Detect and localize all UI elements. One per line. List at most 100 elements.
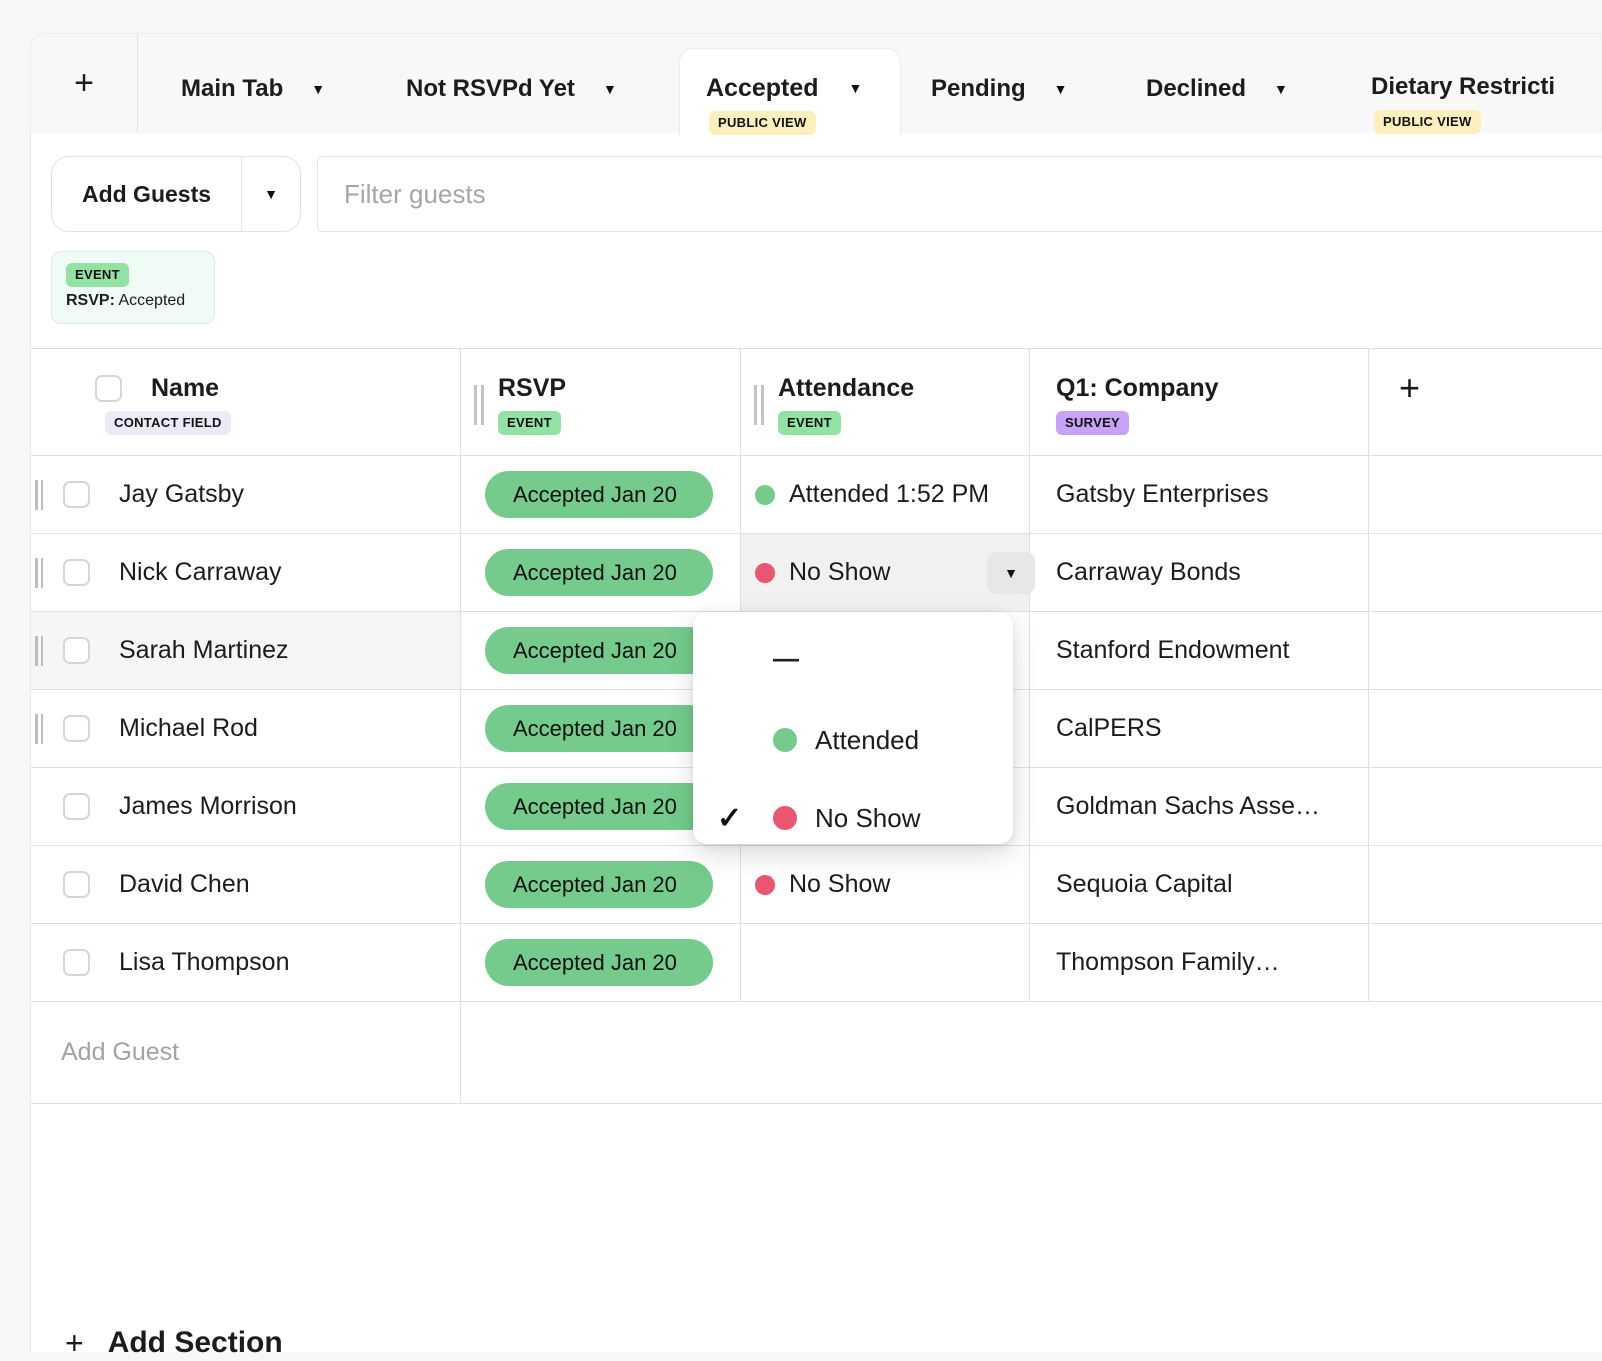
tab-label: Accepted bbox=[706, 73, 819, 103]
attendance-dropdown-button[interactable]: ▼ bbox=[987, 552, 1035, 594]
row-drag-handle-icon[interactable] bbox=[35, 558, 43, 588]
add-section-button[interactable]: + Add Section bbox=[31, 1325, 283, 1361]
public-view-badge: PUBLIC VIEW bbox=[1374, 110, 1481, 134]
chevron-down-icon[interactable]: ▼ bbox=[1274, 82, 1288, 96]
row-checkbox[interactable] bbox=[63, 949, 90, 976]
company-cell[interactable]: Gatsby Enterprises bbox=[1030, 456, 1369, 533]
name-cell[interactable]: David Chen bbox=[31, 846, 461, 923]
guest-name[interactable]: Jay Gatsby bbox=[119, 480, 244, 509]
guest-name[interactable]: James Morrison bbox=[119, 792, 297, 821]
rsvp-cell[interactable]: Accepted Jan 20 bbox=[461, 924, 741, 1001]
column-title: RSVP bbox=[498, 373, 566, 403]
row-checkbox[interactable] bbox=[63, 715, 90, 742]
add-guests-button[interactable]: Add Guests ▼ bbox=[51, 156, 301, 232]
tab-label: Not RSVPd Yet bbox=[406, 75, 575, 103]
menu-item-clear[interactable]: — bbox=[693, 625, 1013, 691]
attendance-cell[interactable]: No Show bbox=[741, 846, 1030, 923]
no-show-dot-icon bbox=[755, 563, 775, 583]
tab-accepted-active[interactable]: Accepted ▼ PUBLIC VIEW bbox=[679, 48, 901, 136]
column-drag-handle-icon[interactable] bbox=[754, 385, 764, 425]
column-title: Name bbox=[151, 373, 219, 403]
column-header-q1-company[interactable]: Q1: Company SURVEY bbox=[1030, 349, 1369, 455]
row-drag-handle-icon[interactable] bbox=[35, 636, 43, 666]
row-checkbox[interactable] bbox=[63, 637, 90, 664]
chevron-down-icon[interactable]: ▼ bbox=[1054, 82, 1068, 96]
row-checkbox[interactable] bbox=[63, 793, 90, 820]
company-cell[interactable]: Thompson Family… bbox=[1030, 924, 1369, 1001]
chevron-down-icon[interactable]: ▼ bbox=[311, 82, 325, 96]
company-cell[interactable]: Goldman Sachs Asse… bbox=[1030, 768, 1369, 845]
filter-chip-label: RSVP: Accepted bbox=[66, 292, 214, 310]
row-checkbox[interactable] bbox=[63, 559, 90, 586]
contact-field-badge: CONTACT FIELD bbox=[105, 411, 231, 435]
add-view-tab-button[interactable]: + bbox=[31, 34, 138, 133]
guest-name[interactable]: Lisa Thompson bbox=[119, 948, 289, 977]
name-cell[interactable]: Jay Gatsby bbox=[31, 456, 461, 533]
guest-name[interactable]: David Chen bbox=[119, 870, 250, 899]
rsvp-cell[interactable]: Accepted Jan 20 bbox=[461, 534, 741, 611]
add-guests-dropdown-toggle[interactable]: ▼ bbox=[242, 157, 300, 231]
name-cell[interactable]: James Morrison bbox=[31, 768, 461, 845]
menu-item-no-show[interactable]: ✓ No Show bbox=[693, 785, 1013, 851]
tab-not-rsvpd-yet[interactable]: Not RSVPd Yet ▼ bbox=[406, 34, 617, 133]
tab-label: Dietary Restricti bbox=[1371, 72, 1555, 102]
rsvp-status-pill[interactable]: Accepted Jan 20 bbox=[485, 783, 713, 830]
name-cell[interactable]: Nick Carraway bbox=[31, 534, 461, 611]
menu-item-attended[interactable]: Attended bbox=[693, 707, 1013, 773]
rsvp-status-pill[interactable]: Accepted Jan 20 bbox=[485, 939, 713, 986]
row-drag-handle-icon[interactable] bbox=[35, 714, 43, 744]
tab-dietary-restrictions[interactable]: Dietary Restricti PUBLIC VIEW bbox=[1371, 48, 1602, 136]
rsvp-cell[interactable]: Accepted Jan 20 bbox=[461, 846, 741, 923]
guest-name[interactable]: Michael Rod bbox=[119, 714, 258, 743]
rsvp-status-pill[interactable]: Accepted Jan 20 bbox=[485, 705, 713, 752]
attendance-cell-selected[interactable]: No Show ▼ bbox=[741, 534, 1030, 611]
chevron-down-icon[interactable]: ▼ bbox=[603, 82, 617, 96]
tab-pending[interactable]: Pending ▼ bbox=[931, 34, 1068, 133]
rsvp-status-pill[interactable]: Accepted Jan 20 bbox=[485, 471, 713, 518]
add-column-button[interactable]: + bbox=[1369, 349, 1602, 455]
company-cell[interactable]: Carraway Bonds bbox=[1030, 534, 1369, 611]
column-header-rsvp[interactable]: RSVP EVENT bbox=[461, 349, 741, 455]
add-guests-label[interactable]: Add Guests bbox=[52, 157, 242, 231]
menu-item-label: Attended bbox=[815, 725, 919, 756]
attendance-value: No Show bbox=[789, 558, 890, 587]
row-drag-handle-icon[interactable] bbox=[35, 480, 43, 510]
guest-name[interactable]: Nick Carraway bbox=[119, 558, 282, 587]
empty-cell bbox=[1369, 690, 1602, 767]
column-drag-handle-icon[interactable] bbox=[474, 385, 484, 425]
name-cell[interactable]: Lisa Thompson bbox=[31, 924, 461, 1001]
filter-guests-input[interactable] bbox=[317, 156, 1602, 232]
attendance-cell[interactable]: Attended 1:52 PM bbox=[741, 456, 1030, 533]
name-cell[interactable]: Michael Rod bbox=[31, 690, 461, 767]
chevron-down-icon: ▼ bbox=[1004, 566, 1018, 580]
rsvp-cell[interactable]: Accepted Jan 20 bbox=[461, 456, 741, 533]
row-checkbox[interactable] bbox=[63, 481, 90, 508]
rsvp-status-pill[interactable]: Accepted Jan 20 bbox=[485, 627, 713, 674]
plus-icon: + bbox=[1399, 367, 1420, 408]
table-row: David Chen Accepted Jan 20 No Show Sequo… bbox=[31, 846, 1602, 924]
chevron-down-icon: ▼ bbox=[264, 187, 278, 201]
add-section-label: Add Section bbox=[108, 1326, 283, 1360]
rsvp-status-pill[interactable]: Accepted Jan 20 bbox=[485, 861, 713, 908]
company-cell[interactable]: Stanford Endowment bbox=[1030, 612, 1369, 689]
column-header-attendance[interactable]: Attendance EVENT bbox=[741, 349, 1030, 455]
company-cell[interactable]: Sequoia Capital bbox=[1030, 846, 1369, 923]
add-guest-placeholder[interactable]: Add Guest bbox=[31, 1002, 460, 1103]
select-all-checkbox[interactable] bbox=[95, 375, 122, 402]
add-guest-row[interactable]: Add Guest bbox=[31, 1002, 1602, 1104]
company-cell[interactable]: CalPERS bbox=[1030, 690, 1369, 767]
empty-cell bbox=[1369, 456, 1602, 533]
column-header-name[interactable]: Name CONTACT FIELD bbox=[31, 349, 461, 455]
active-filter-chip[interactable]: EVENT RSVP: Accepted bbox=[51, 251, 215, 324]
row-checkbox[interactable] bbox=[63, 871, 90, 898]
tab-declined[interactable]: Declined ▼ bbox=[1146, 34, 1288, 133]
tab-label: Pending bbox=[931, 75, 1026, 103]
chevron-down-icon[interactable]: ▼ bbox=[849, 81, 863, 95]
tab-main-tab[interactable]: Main Tab ▼ bbox=[181, 34, 325, 133]
event-badge: EVENT bbox=[498, 411, 561, 435]
attendance-cell[interactable] bbox=[741, 924, 1030, 1001]
rsvp-status-pill[interactable]: Accepted Jan 20 bbox=[485, 549, 713, 596]
guest-name[interactable]: Sarah Martinez bbox=[119, 636, 289, 665]
company-value: Thompson Family… bbox=[1030, 924, 1368, 1001]
name-cell[interactable]: Sarah Martinez bbox=[31, 612, 461, 689]
